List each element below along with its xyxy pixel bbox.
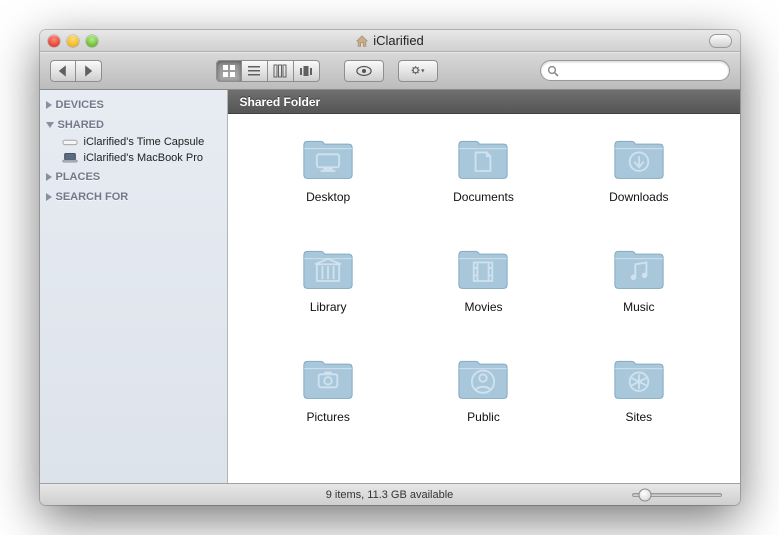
folder-item[interactable]: Pictures <box>256 352 401 462</box>
folder-item[interactable]: Documents <box>411 132 556 242</box>
icon-view-button[interactable] <box>216 60 242 82</box>
timecapsule-icon <box>62 136 78 148</box>
sidebar-section-label: SEARCH FOR <box>56 191 129 203</box>
folder-item[interactable]: Sites <box>566 352 711 462</box>
column-view-button[interactable] <box>268 60 294 82</box>
status-text: 9 items, 11.3 GB available <box>326 489 454 501</box>
home-icon <box>355 34 369 48</box>
folder-item[interactable]: Movies <box>411 242 556 352</box>
toolbar-toggle-button[interactable] <box>709 34 732 48</box>
titlebar: iClarified <box>40 30 740 52</box>
folder-grid: Desktop Documents Downloads Library Movi… <box>228 114 740 483</box>
sidebar-section-label: SHARED <box>58 119 104 131</box>
sidebar: DEVICES SHARED iClarified's Time Capsule… <box>40 90 228 483</box>
list-view-button[interactable] <box>242 60 268 82</box>
location-header: Shared Folder <box>228 90 740 114</box>
slider-knob[interactable] <box>638 488 651 501</box>
sidebar-section-label: PLACES <box>56 171 101 183</box>
nav-buttons <box>50 60 102 82</box>
folder-name: Public <box>467 410 500 424</box>
sidebar-item-macbook[interactable]: iClarified's MacBook Pro <box>40 150 227 166</box>
toolbar <box>40 52 740 90</box>
disclosure-triangle-icon <box>46 101 52 109</box>
main-pane: Shared Folder Desktop Documents Download… <box>228 90 740 483</box>
zoom-button[interactable] <box>86 35 98 47</box>
sidebar-section-shared[interactable]: SHARED <box>40 116 227 134</box>
search-icon <box>547 65 559 77</box>
action-menu-button[interactable] <box>398 60 438 82</box>
folder-item[interactable]: Library <box>256 242 401 352</box>
icon-size-slider[interactable] <box>632 493 722 497</box>
window-title-text: iClarified <box>373 33 424 48</box>
folder-name: Downloads <box>609 190 668 204</box>
back-button[interactable] <box>50 60 76 82</box>
folder-item[interactable]: Music <box>566 242 711 352</box>
forward-button[interactable] <box>76 60 102 82</box>
folder-name: Movies <box>464 300 502 314</box>
coverflow-view-button[interactable] <box>294 60 320 82</box>
sidebar-section-places[interactable]: PLACES <box>40 168 227 186</box>
folder-name: Sites <box>625 410 652 424</box>
status-bar: 9 items, 11.3 GB available <box>40 483 740 505</box>
minimize-button[interactable] <box>67 35 79 47</box>
folder-name: Documents <box>453 190 514 204</box>
sidebar-item-label: iClarified's MacBook Pro <box>84 152 203 164</box>
folder-name: Desktop <box>306 190 350 204</box>
sidebar-section-label: DEVICES <box>56 99 104 111</box>
quicklook-button[interactable] <box>344 60 384 82</box>
folder-name: Music <box>623 300 654 314</box>
window-title: iClarified <box>40 33 740 48</box>
folder-item[interactable]: Public <box>411 352 556 462</box>
sidebar-item-timecapsule[interactable]: iClarified's Time Capsule <box>40 134 227 150</box>
body: DEVICES SHARED iClarified's Time Capsule… <box>40 90 740 483</box>
finder-window: iClarified <box>40 30 740 505</box>
disclosure-triangle-icon <box>46 193 52 201</box>
sidebar-section-devices[interactable]: DEVICES <box>40 96 227 114</box>
search-field[interactable] <box>540 60 730 81</box>
folder-item[interactable]: Downloads <box>566 132 711 242</box>
sidebar-section-searchfor[interactable]: SEARCH FOR <box>40 188 227 206</box>
folder-item[interactable]: Desktop <box>256 132 401 242</box>
search-input[interactable] <box>563 65 723 77</box>
disclosure-triangle-icon <box>46 122 54 128</box>
folder-name: Pictures <box>306 410 349 424</box>
close-button[interactable] <box>48 35 60 47</box>
sidebar-item-label: iClarified's Time Capsule <box>84 136 205 148</box>
view-buttons <box>216 60 320 82</box>
disclosure-triangle-icon <box>46 173 52 181</box>
macbook-icon <box>62 152 78 164</box>
location-header-label: Shared Folder <box>240 95 321 109</box>
folder-name: Library <box>310 300 347 314</box>
traffic-lights <box>48 35 98 47</box>
